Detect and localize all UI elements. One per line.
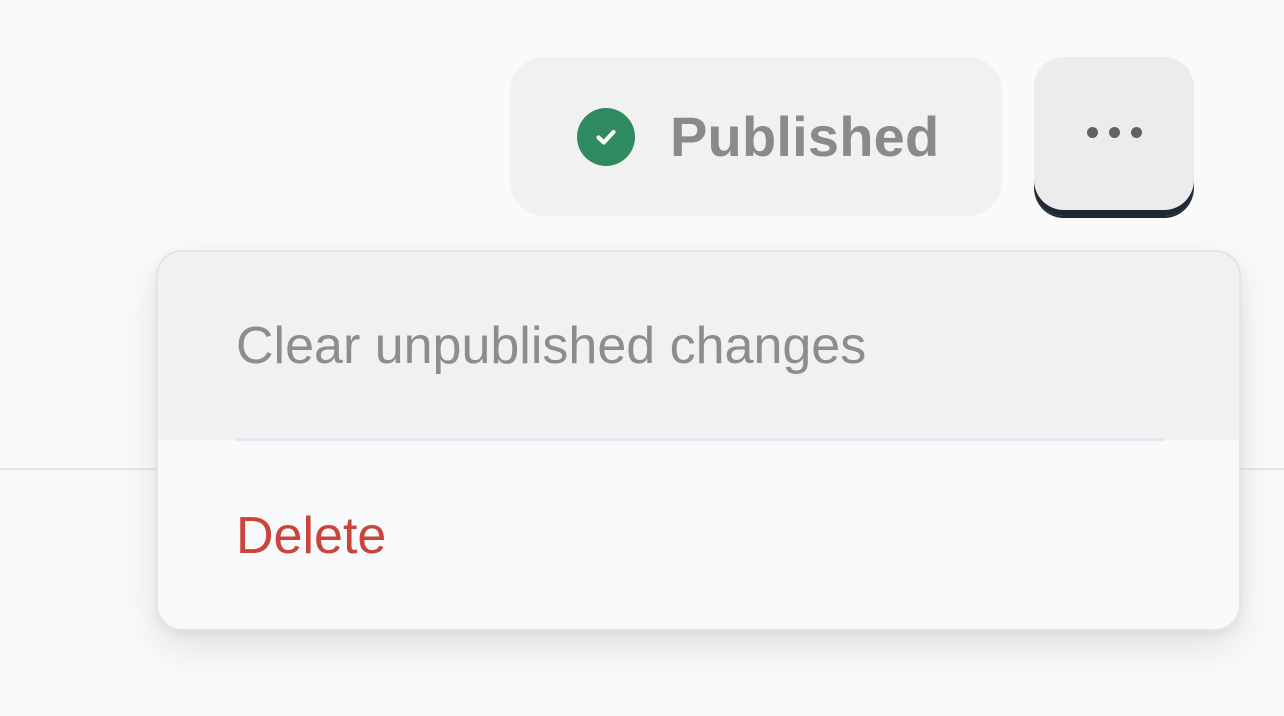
- more-horizontal-icon: [1034, 57, 1194, 207]
- dot: [1086, 126, 1098, 138]
- more-options-menu: Clear unpublished changes Delete: [156, 250, 1241, 631]
- check-mark-glyph: [596, 129, 616, 145]
- dot: [1130, 126, 1142, 138]
- menu-item-clear-unpublished-changes[interactable]: Clear unpublished changes: [158, 252, 1239, 440]
- more-options-button[interactable]: [1034, 57, 1194, 216]
- dot: [1108, 126, 1120, 138]
- menu-item-delete[interactable]: Delete: [158, 441, 1239, 629]
- status-label: Published: [670, 105, 940, 168]
- check-circle-icon: [577, 108, 635, 166]
